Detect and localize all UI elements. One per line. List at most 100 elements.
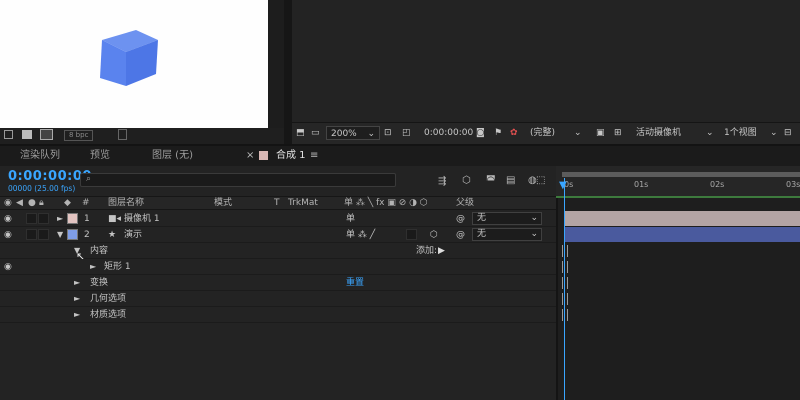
transparency-grid-icon[interactable]: ◰ [402,126,411,140]
shy-layers-icon[interactable]: ◚ [486,175,496,186]
new-folder-icon[interactable] [22,130,32,139]
graph-editor-icon[interactable]: ⬚ [536,175,545,186]
audio-column-icon[interactable]: ◀ [16,197,23,209]
layer-name[interactable]: 演示 [124,227,142,243]
layer-search-input[interactable] [80,173,396,187]
zoom-select[interactable]: 200% ⌄ [326,126,380,140]
search-icon: ⌕ [86,174,92,184]
frame-blending-icon[interactable]: ▤ [506,175,515,186]
playhead-line[interactable] [564,178,565,400]
keyframe-marker [562,293,568,305]
layer-name[interactable]: 摄像机 1 [124,211,160,227]
views-select[interactable]: 1个视图 [724,126,757,140]
color-channels-icon[interactable]: ✿ [510,126,518,140]
parent-value: 无 [477,229,487,239]
label-column-icon[interactable]: ◆ [64,197,71,209]
column-layer-name[interactable]: 图层名称 [108,197,144,209]
add-menu-icon[interactable]: ▶ [438,243,445,259]
pick-whip-icon[interactable]: @ [456,211,465,227]
collapse-arrow-icon[interactable]: ▼ [57,227,63,243]
pick-whip-icon[interactable]: @ [456,227,465,243]
ruler-tick-1: 01s [634,180,649,189]
work-area-bar[interactable] [562,172,800,177]
camera-select[interactable]: 活动摄像机 [636,126,681,140]
cube-thumbnail [100,30,158,86]
close-tab-icon[interactable]: × [246,149,254,163]
tab-preview[interactable]: 预览 [90,149,110,163]
tab-menu-icon[interactable]: ≡ [310,149,318,163]
visibility-eye-icon[interactable]: ◉ [4,227,12,243]
resolution-select[interactable]: (完整) [530,126,555,140]
add-label: 添加: [416,246,438,256]
column-parent[interactable]: 父级 [456,197,474,209]
viewer-timecode[interactable]: 0:00:00:00 [424,126,473,140]
layer-index: 1 [84,214,90,224]
shape-layer-bar[interactable] [564,227,800,242]
parent-select[interactable]: 无 ⌄ [472,228,542,241]
tab-render-queue[interactable]: 渲染队列 [20,149,60,163]
solo-column-icon[interactable]: ● [28,197,36,209]
snapshot-icon[interactable]: ◙ [476,126,485,140]
shy-switch-icon[interactable]: 单 [346,211,355,227]
monitor-icon[interactable]: ▭ [311,126,320,140]
shy-switch-icon[interactable]: 单 ⁂ ╱ [346,227,375,243]
views-chevron-icon[interactable]: ⌄ [770,126,778,140]
chevron-down-icon: ⌄ [367,129,375,139]
column-number: # [82,198,90,208]
prop-row-material [0,307,556,323]
tab-composition[interactable]: 合成 1 [276,149,306,163]
new-comp-icon[interactable] [40,129,53,140]
playhead-handle-icon[interactable]: ▼ [559,180,567,191]
lock-toggle[interactable] [38,229,49,240]
column-switches[interactable]: 单 ⁂ ╲ fx ▣ ⊘ ◑ ⬡ [344,197,428,209]
camera-layer-bar[interactable] [564,211,800,226]
toggle-guides-icon[interactable]: ⊞ [614,126,622,140]
resolution-chevron-icon[interactable]: ⌄ [574,126,582,140]
expand-arrow-icon[interactable]: ► [90,259,96,275]
lock-toggle[interactable] [38,213,49,224]
expand-arrow-icon[interactable]: ► [74,307,80,323]
region-of-interest-icon[interactable]: ⊡ [384,126,392,140]
show-snapshot-icon[interactable]: ⚑ [494,126,502,140]
adjustment-toggle[interactable] [406,229,417,240]
lock-column-icon[interactable]: 🔒︎ [39,197,44,209]
layer-index: 2 [84,230,90,240]
interpret-footage-icon[interactable] [4,130,13,139]
expand-arrow-icon[interactable]: ► [74,275,80,291]
visibility-eye-icon[interactable]: ◉ [4,259,12,275]
column-trkmat[interactable]: TrkMat [288,197,318,209]
tab-layer[interactable]: 图层 (无) [152,149,193,163]
comp-color-swatch [259,151,268,160]
visibility-eye-icon[interactable]: ◉ [4,211,12,227]
3d-layer-icon[interactable]: ⬡ [430,227,438,243]
prop-row-geometry [0,291,556,307]
layer-label-swatch[interactable] [67,213,78,224]
camera-chevron-icon[interactable]: ⌄ [706,126,714,140]
draft-3d-icon[interactable]: ⬡ [462,175,471,186]
layer-label-swatch[interactable] [67,229,78,240]
column-mode[interactable]: 模式 [214,197,232,209]
time-ruler[interactable] [556,166,800,196]
ruler-tick-3: 03s [786,180,800,189]
trash-icon[interactable] [118,129,127,140]
solo-toggle[interactable] [26,213,37,224]
rectangle-label[interactable]: 矩形 1 [104,259,131,275]
prop-row-transform [0,275,556,291]
keyframe-marker [562,309,568,321]
bit-depth-button[interactable]: 8 bpc [64,130,94,141]
always-preview-icon[interactable]: ⬒ [296,126,305,140]
parent-select[interactable]: 无 ⌄ [472,212,542,225]
material-label: 材质选项 [90,310,127,320]
resolution-value: (完整) [530,128,556,138]
frame-rate-label: 00000 (25.00 fps) [8,184,76,193]
eye-column-icon[interactable]: ◉ [4,197,12,209]
layout-icon[interactable]: ⊟ [784,126,792,140]
fast-preview-icon[interactable]: ▣ [596,126,605,140]
reset-link[interactable]: 重置 [346,275,364,291]
expand-arrow-icon[interactable]: ► [74,291,80,307]
composition-mini-flowchart-icon[interactable]: ⇶ [438,176,446,187]
geometry-label: 几何选项 [90,294,127,304]
expand-arrow-icon[interactable]: ► [57,211,63,227]
solo-toggle[interactable] [26,229,37,240]
chevron-down-icon: ⌄ [530,229,538,239]
